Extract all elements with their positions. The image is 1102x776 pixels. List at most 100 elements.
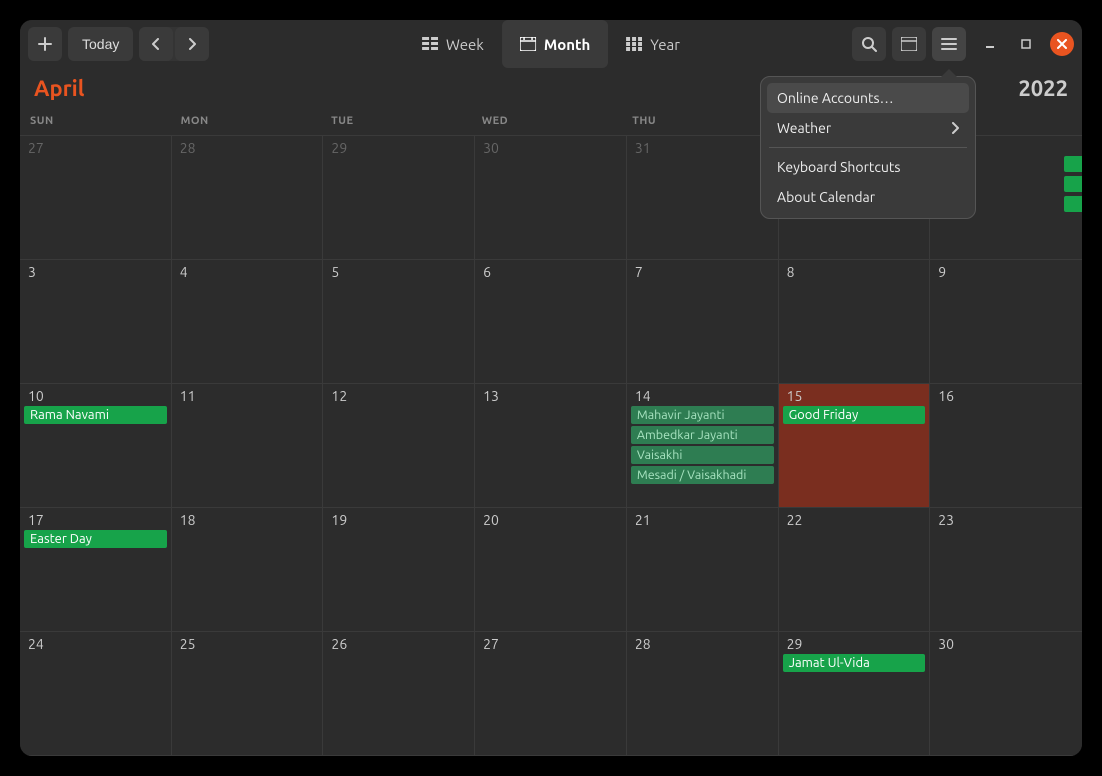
day-cell[interactable]: 19 (323, 508, 475, 632)
plus-icon (38, 37, 52, 51)
day-number: 28 (176, 140, 319, 156)
day-cell[interactable]: 5 (323, 260, 475, 384)
day-cell[interactable]: 9 (930, 260, 1082, 384)
maximize-icon (1021, 39, 1031, 49)
minimize-icon (985, 39, 995, 49)
day-number: 17 (24, 512, 167, 528)
day-cell[interactable]: 15 Good Friday (779, 384, 931, 508)
event-chip[interactable]: Good Friday (783, 406, 926, 424)
day-number: 9 (934, 264, 1078, 280)
view-switcher: Week Month Year (404, 20, 698, 68)
day-number: 14 (631, 388, 774, 404)
search-button[interactable] (852, 27, 886, 61)
add-event-button[interactable] (28, 27, 62, 61)
day-cell[interactable]: 27 (20, 136, 172, 260)
day-number: 10 (24, 388, 167, 404)
day-number: 22 (783, 512, 926, 528)
day-number: 24 (24, 636, 167, 652)
day-number: 27 (24, 140, 167, 156)
day-cell[interactable]: 25 (172, 632, 324, 756)
search-icon (861, 36, 877, 52)
menu-keyboard-shortcuts[interactable]: Keyboard Shortcuts (767, 152, 969, 182)
event-chip-peek[interactable] (1064, 176, 1082, 192)
day-cell[interactable]: 16 (930, 384, 1082, 508)
event-chip[interactable]: Jamat Ul-Vida (783, 654, 926, 672)
menu-weather[interactable]: Weather (767, 113, 969, 143)
chevron-left-icon (151, 38, 161, 50)
window-close-button[interactable] (1050, 32, 1074, 56)
day-cell[interactable]: 24 (20, 632, 172, 756)
day-cell[interactable]: 17 Easter Day (20, 508, 172, 632)
day-number: 23 (934, 512, 1078, 528)
day-number: 15 (783, 388, 926, 404)
event-chip[interactable]: Mesadi / Vaisakhadi (631, 466, 774, 484)
day-cell[interactable]: 21 (627, 508, 779, 632)
weekday-label: SUN (24, 109, 175, 135)
view-month-label: Month (544, 36, 590, 53)
day-cell[interactable]: 20 (475, 508, 627, 632)
day-cell[interactable]: 28 (627, 632, 779, 756)
day-number: 31 (631, 140, 774, 156)
year-label: 2022 (1018, 76, 1068, 101)
day-cell[interactable]: 11 (172, 384, 324, 508)
day-cell[interactable]: 27 (475, 632, 627, 756)
day-cell[interactable]: 30 (475, 136, 627, 260)
today-button[interactable]: Today (68, 27, 133, 61)
calendar-window: Today Week Month (20, 20, 1082, 756)
weekday-label: WED (476, 109, 627, 135)
day-cell[interactable]: 29Jamat Ul-Vida (779, 632, 931, 756)
event-chip[interactable]: Ambedkar Jayanti (631, 426, 774, 444)
event-chip[interactable]: Vaisakhi (631, 446, 774, 464)
day-cell[interactable]: 22 (779, 508, 931, 632)
day-number: 27 (479, 636, 622, 652)
day-cell[interactable]: 12 (323, 384, 475, 508)
day-cell[interactable]: 14 Mahavir Jayanti Ambedkar Jayanti Vaisakh… (627, 384, 779, 508)
day-cell[interactable]: 7 (627, 260, 779, 384)
day-cell[interactable]: 3 (20, 260, 172, 384)
hamburger-icon (941, 38, 957, 50)
calendar-grid: 272829303112345678910Rama Navami11121314… (20, 135, 1082, 756)
day-cell[interactable]: 18 (172, 508, 324, 632)
day-number: 11 (176, 388, 319, 404)
day-cell[interactable]: 8 (779, 260, 931, 384)
day-cell[interactable]: 13 (475, 384, 627, 508)
day-cell[interactable]: 28 (172, 136, 324, 260)
app-menu-popover: Online Accounts… Weather Keyboard Shortc… (760, 76, 976, 219)
event-chip-peek[interactable] (1064, 156, 1082, 172)
day-cell[interactable]: 31 (627, 136, 779, 260)
day-cell[interactable]: 6 (475, 260, 627, 384)
event-chip[interactable]: Mahavir Jayanti (631, 406, 774, 424)
view-month-button[interactable]: Month (502, 20, 608, 68)
window-maximize-button[interactable] (1014, 32, 1038, 56)
month-name-label: April (34, 76, 84, 101)
event-chip[interactable]: Easter Day (24, 530, 167, 548)
event-chip[interactable]: Rama Navami (24, 406, 167, 424)
day-number: 25 (176, 636, 319, 652)
day-number: 12 (327, 388, 470, 404)
chevron-right-icon (187, 38, 197, 50)
day-cell[interactable]: 23 (930, 508, 1082, 632)
hamburger-menu-button[interactable] (932, 27, 966, 61)
menu-online-accounts[interactable]: Online Accounts… (767, 83, 969, 113)
menu-about[interactable]: About Calendar (767, 182, 969, 212)
month-icon (520, 37, 536, 51)
day-cell[interactable]: 4 (172, 260, 324, 384)
day-number: 18 (176, 512, 319, 528)
day-cell[interactable]: 10 Rama Navami (20, 384, 172, 508)
day-number: 13 (479, 388, 622, 404)
view-week-button[interactable]: Week (404, 20, 502, 68)
next-button[interactable] (175, 27, 209, 61)
event-chip-peek[interactable] (1064, 196, 1082, 212)
menu-weather-label: Weather (777, 120, 831, 136)
prev-button[interactable] (139, 27, 173, 61)
day-cell[interactable]: 29 (323, 136, 475, 260)
day-cell[interactable]: 30 (930, 632, 1082, 756)
calendar-icon (901, 37, 917, 51)
calendar-picker-button[interactable] (892, 27, 926, 61)
day-cell[interactable]: 26 (323, 632, 475, 756)
day-number: 26 (327, 636, 470, 652)
view-year-button[interactable]: Year (608, 20, 698, 68)
view-week-label: Week (446, 36, 484, 53)
day-number: 20 (479, 512, 622, 528)
window-minimize-button[interactable] (978, 32, 1002, 56)
